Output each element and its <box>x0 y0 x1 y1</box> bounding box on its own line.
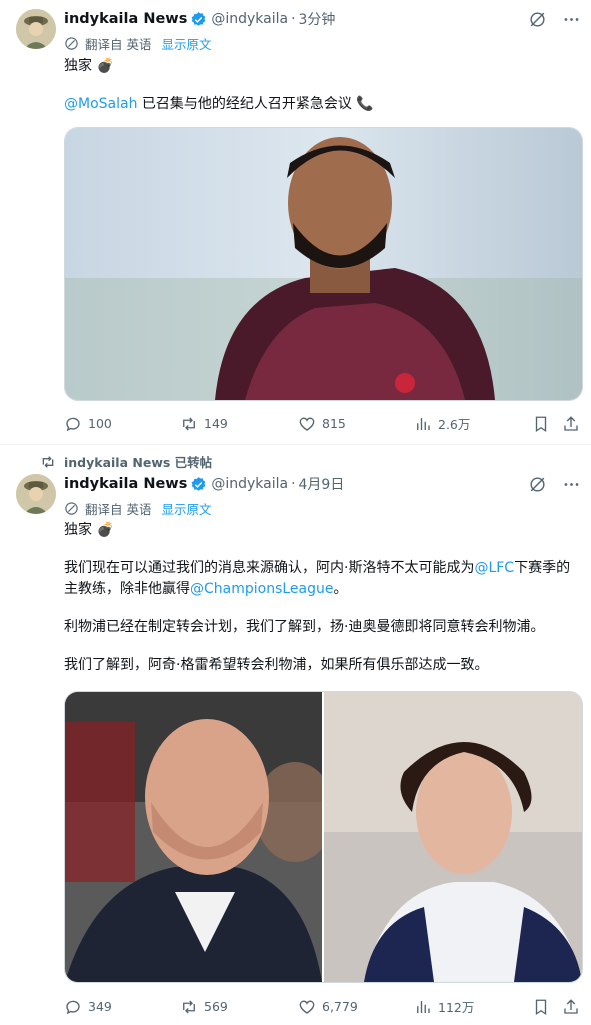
tweet-image[interactable] <box>65 692 322 982</box>
tweet-2[interactable]: indykaila News @indykaila · 4月9日 翻译自 英语 … <box>0 470 591 1025</box>
tweet-time[interactable]: 3分钟 <box>299 9 336 29</box>
tweet-image-grid <box>64 691 583 983</box>
grok-slash-icon[interactable] <box>527 474 547 494</box>
tweet-paragraph: 利物浦已经在制定转会计划，我们了解到，扬·迪奥曼德即将同意转会利物浦。 <box>64 619 545 635</box>
author-name[interactable]: indykaila News <box>64 476 187 492</box>
views-button[interactable]: 112万 <box>414 997 532 1016</box>
views-button[interactable]: 2.6万 <box>414 414 532 433</box>
share-icon[interactable] <box>562 998 580 1016</box>
tweet-paragraph: 我们现在可以通过我们的消息来源确认，阿内·斯洛特不太可能成为@LFC下赛季的主教… <box>64 558 584 600</box>
tweet-image[interactable] <box>324 692 582 982</box>
more-icon[interactable] <box>561 9 581 29</box>
mention-link[interactable]: @ChampionsLeague <box>190 581 334 597</box>
repost-button[interactable]: 569 <box>180 998 298 1016</box>
translate-icon <box>64 501 79 516</box>
verified-badge-icon <box>190 11 207 28</box>
like-button[interactable]: 6,779 <box>298 998 414 1016</box>
grok-slash-icon[interactable] <box>527 9 547 29</box>
views-count: 112万 <box>438 1000 475 1015</box>
repost-banner[interactable]: indykaila News 已转帖 <box>40 452 212 471</box>
author-name[interactable]: indykaila News <box>64 11 187 27</box>
repost-count: 569 <box>204 999 228 1014</box>
bomb-icon: 💣 <box>96 522 114 538</box>
separator-dot: · <box>291 11 296 27</box>
tweet-text: 独家 💣 我们现在可以通过我们的消息来源确认，阿内·斯洛特不太可能成为@LFC下… <box>64 520 584 676</box>
like-count: 6,779 <box>322 999 358 1014</box>
avatar[interactable] <box>16 474 56 514</box>
show-original-link[interactable]: 显示原文 <box>161 34 211 53</box>
author-handle[interactable]: @indykaila <box>211 11 288 27</box>
tweet-divider <box>0 444 591 445</box>
tweet-line: 独家 <box>64 58 92 74</box>
tweet-line: 已召集与他的经纪人召开紧急会议 <box>137 96 352 112</box>
reply-button[interactable]: 349 <box>64 998 180 1016</box>
reply-button[interactable]: 100 <box>64 415 180 433</box>
tweet-line: 独家 <box>64 522 92 538</box>
tweet-line: 。 <box>333 581 348 597</box>
mention-link[interactable]: @MoSalah <box>64 96 137 112</box>
bomb-icon: 💣 <box>96 58 114 74</box>
reply-count: 100 <box>88 416 112 431</box>
more-icon[interactable] <box>561 474 581 494</box>
translate-icon <box>64 36 79 51</box>
tweet-1[interactable]: indykaila News @indykaila · 3分钟 翻译自 英语 显… <box>0 0 591 444</box>
tweet-text: 独家 💣 @MoSalah 已召集与他的经纪人召开紧急会议 📞 <box>64 56 579 115</box>
translated-from-label: 翻译自 英语 <box>85 37 152 52</box>
repost-button[interactable]: 149 <box>180 415 298 433</box>
separator-dot: · <box>291 476 296 492</box>
repost-icon <box>40 454 56 470</box>
phone-icon: 📞 <box>356 96 374 112</box>
repost-count: 149 <box>204 416 228 431</box>
bookmark-icon[interactable] <box>532 415 562 433</box>
views-count: 2.6万 <box>438 417 471 432</box>
repost-banner-text: indykaila News 已转帖 <box>64 455 213 470</box>
like-button[interactable]: 815 <box>298 415 414 433</box>
tweet-line: 我们现在可以通过我们的消息来源确认，阿内·斯洛特不太可能成为 <box>64 560 475 576</box>
tweet-time[interactable]: 4月9日 <box>299 474 345 494</box>
share-icon[interactable] <box>562 415 580 433</box>
mention-link[interactable]: @LFC <box>474 560 514 576</box>
show-original-link[interactable]: 显示原文 <box>161 499 211 518</box>
verified-badge-icon <box>190 476 207 493</box>
like-count: 815 <box>322 416 346 431</box>
reply-count: 349 <box>88 999 112 1014</box>
bookmark-icon[interactable] <box>532 998 562 1016</box>
avatar[interactable] <box>16 9 56 49</box>
author-handle[interactable]: @indykaila <box>211 476 288 492</box>
tweet-image[interactable] <box>64 127 583 401</box>
translated-from-label: 翻译自 英语 <box>85 502 152 517</box>
tweet-paragraph: 我们了解到，阿奇·格雷希望转会利物浦，如果所有俱乐部达成一致。 <box>64 657 489 673</box>
